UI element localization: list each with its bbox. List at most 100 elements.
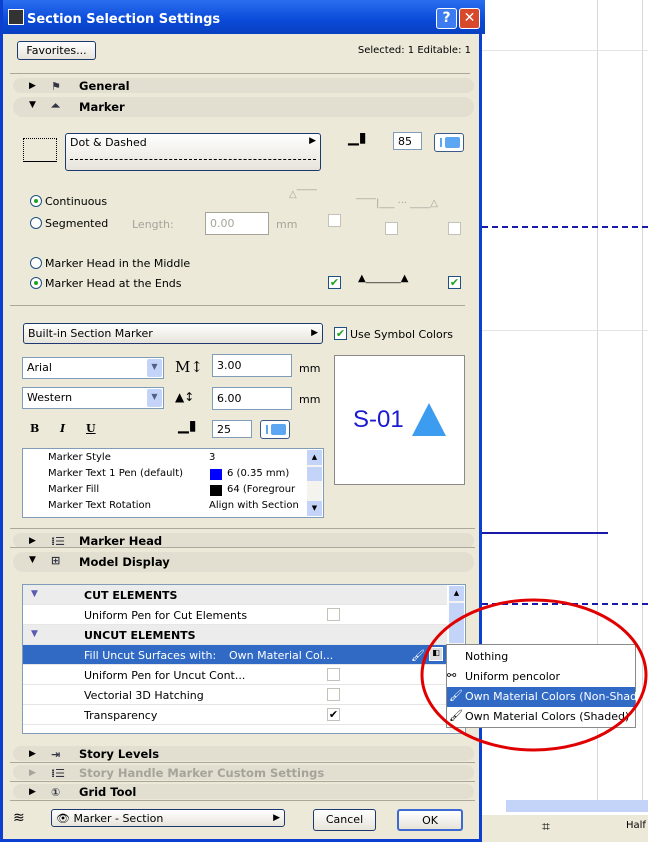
list-item[interactable]: Transparency ✔ <box>23 705 447 725</box>
length-field[interactable]: 0.00 <box>205 212 269 235</box>
model-display-list: ▼ CUT ELEMENTS Uniform Pen for Cut Elemen… <box>22 584 467 734</box>
parameter-name: Marker Fill <box>48 484 100 495</box>
app-icon <box>8 9 24 25</box>
head-ends-diagram-icon: ▲_______▲ <box>358 273 409 284</box>
parameter-row[interactable]: Marker Text 1 Pen (default) 6 (0.35 mm) <box>23 467 308 483</box>
marker-preview: S-01 <box>334 355 465 485</box>
general-icon: ⚑ <box>51 80 61 93</box>
section-line <box>482 532 608 534</box>
pen-color-swatch <box>210 469 222 480</box>
pen-color-swatch <box>210 485 222 496</box>
italic-button[interactable]: I <box>60 422 65 435</box>
text-size-field[interactable]: 3.00 <box>212 354 292 377</box>
section-marker[interactable]: ▼ ⏶ Marker <box>13 97 474 117</box>
pen-icon: ▁▮ <box>348 130 367 146</box>
continuous-label: Continuous <box>45 195 108 208</box>
pen-icon: ▁▮ <box>178 418 197 434</box>
section-model-display[interactable]: ▼ ⊞ Model Display <box>13 552 474 572</box>
parameter-value: Align with Section <box>209 500 299 511</box>
parameter-value: 64 (Foregrour <box>227 484 296 495</box>
end-head-checkbox[interactable]: ✔ <box>448 276 461 289</box>
marker-icon: ⏶ <box>51 99 60 112</box>
uncut-elements-header[interactable]: ▼ UNCUT ELEMENTS <box>23 625 447 645</box>
preview-triangle <box>412 403 446 436</box>
parameter-row[interactable]: Marker Style 3 <box>23 451 308 467</box>
status-bar: ⌗ Half <box>482 815 648 842</box>
list-item[interactable]: Vectorial 3D Hatching <box>23 685 447 705</box>
help-button[interactable]: ? <box>436 8 457 29</box>
model-display-icon: ⊞ <box>51 554 61 567</box>
section-line <box>482 226 648 228</box>
text-size-icon: M↕ <box>175 358 203 376</box>
horizontal-scrollbar[interactable] <box>506 800 648 812</box>
start-head-checkbox[interactable]: ✔ <box>328 276 341 289</box>
layer-icon: ≋ <box>13 810 25 826</box>
grid-line <box>482 330 648 331</box>
selection-info: Selected: 1 Editable: 1 <box>357 45 471 56</box>
parameter-name: Marker Text Rotation <box>48 500 151 511</box>
parameter-row[interactable]: Marker Text Rotation Align with Section <box>23 499 308 515</box>
cut-elements-header[interactable]: ▼ CUT ELEMENTS <box>23 585 447 605</box>
use-symbol-colors-label: Use Symbol Colors <box>350 328 453 341</box>
marker-size-unit: mm <box>299 393 321 406</box>
section-story-handle[interactable]: ▶ ⁞☰ Story Handle Marker Custom Settings <box>13 765 474 780</box>
transparency-checkbox[interactable]: ✔ <box>327 708 340 721</box>
ok-button[interactable]: OK <box>397 809 463 831</box>
annotation-circle <box>420 598 648 752</box>
segment-diagram-icon: △‾‾‾‾ <box>289 189 317 200</box>
story-handle-icon: ⁞☰ <box>51 767 66 780</box>
status-label: Half <box>626 820 646 831</box>
title-bar: Section Selection Settings ? ✕ <box>3 0 485 34</box>
text-size-unit: mm <box>299 362 321 375</box>
segment-diagram-icon: ‾‾‾‾|___ ··· ____△ <box>356 198 438 209</box>
cancel-button[interactable]: Cancel <box>313 809 376 831</box>
marker-size-icon: ▲↕ <box>175 390 195 404</box>
fill-uncut-row[interactable]: Fill Uncut Surfaces with: Own Material Co… <box>23 645 467 665</box>
grid-tool-icon: ① <box>51 786 61 799</box>
marker-size-field[interactable]: 6.00 <box>212 387 292 410</box>
section-general[interactable]: ▶ ⚑ General <box>13 78 474 93</box>
head-middle-radio[interactable] <box>30 257 42 269</box>
parameter-value: 6 (0.35 mm) <box>227 468 290 479</box>
marker-line-icon <box>23 138 57 162</box>
symbol-type-selector[interactable]: Built-in Section Marker ▶ <box>23 323 323 344</box>
close-button[interactable]: ✕ <box>459 8 480 29</box>
line-pen-field[interactable]: 85 <box>393 132 422 150</box>
segmented-radio[interactable] <box>30 217 42 229</box>
length-label: Length: <box>132 218 174 231</box>
script-select[interactable]: Western ▼ <box>22 387 164 409</box>
head-middle-label: Marker Head in the Middle <box>45 257 191 270</box>
window-title: Section Selection Settings <box>27 12 221 27</box>
use-symbol-colors-checkbox[interactable]: ✔ <box>334 327 347 340</box>
eye-icon: 👁 <box>56 812 70 825</box>
bold-button[interactable]: B <box>30 422 39 435</box>
list-item[interactable]: Uniform Pen for Uncut Cont... <box>23 665 447 685</box>
favorites-button[interactable]: Favorites... <box>17 41 96 60</box>
line-type-selector[interactable]: Dot & Dashed ▶ <box>65 133 321 171</box>
grid-line <box>482 50 648 51</box>
parameter-name: Marker Style <box>48 452 111 463</box>
section-story-levels[interactable]: ▶ ⇥ Story Levels <box>13 746 474 761</box>
underline-button[interactable]: U <box>86 422 96 435</box>
pen-color-picker[interactable] <box>434 133 464 152</box>
segment-middle-checkbox[interactable] <box>385 222 398 235</box>
parameter-name: Marker Text 1 Pen (default) <box>48 468 184 479</box>
params-scrollbar[interactable]: ▲ ▼ <box>307 450 322 516</box>
text-pen-field[interactable]: 25 <box>212 420 252 438</box>
segmented-label: Segmented <box>45 217 109 230</box>
continuous-radio[interactable] <box>30 195 42 207</box>
font-select[interactable]: Arial ▼ <box>22 357 164 379</box>
parameter-row[interactable]: Marker Fill 64 (Foregrour <box>23 483 308 499</box>
marker-parameters-list: Marker Style 3 Marker Text 1 Pen (default)… <box>22 448 324 518</box>
text-pen-color-picker[interactable] <box>260 420 290 439</box>
list-item[interactable]: Uniform Pen for Cut Elements <box>23 605 447 625</box>
head-ends-radio[interactable] <box>30 277 42 289</box>
fill-uncut-value: Own Material Col... <box>229 649 334 662</box>
section-grid-tool[interactable]: ▶ ① Grid Tool <box>13 784 474 799</box>
section-marker-head[interactable]: ▶ ⁞☰ Marker Head <box>13 533 474 548</box>
layer-selector[interactable]: 👁 Marker - Section ▶ <box>51 809 285 827</box>
snap-icon[interactable]: ⌗ <box>542 819 550 835</box>
segment-end-checkbox[interactable] <box>448 222 461 235</box>
segment-start-checkbox[interactable] <box>328 214 341 227</box>
preview-text: S-01 <box>353 406 404 433</box>
